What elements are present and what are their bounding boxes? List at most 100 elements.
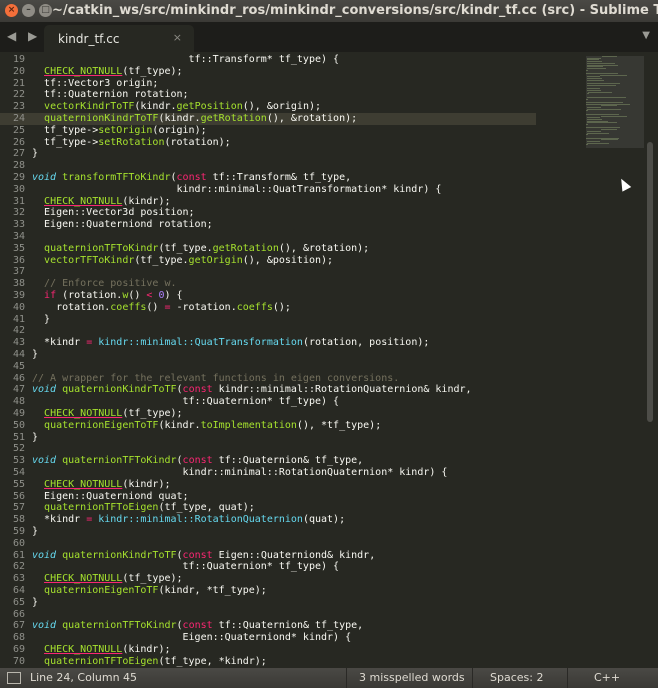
line-number[interactable]: 39 <box>0 290 25 302</box>
line-number[interactable]: 30 <box>0 184 25 196</box>
line-number[interactable]: 40 <box>0 302 25 314</box>
line-number[interactable]: 47 <box>0 384 25 396</box>
code-line[interactable]: 59} <box>0 526 536 538</box>
close-window-button[interactable]: × <box>5 4 18 17</box>
code-text[interactable]: } <box>32 526 38 538</box>
code-text[interactable]: CHECK_NOTNULL(kindr); <box>32 644 170 656</box>
code-line[interactable]: 28 <box>0 160 536 172</box>
line-number[interactable]: 37 <box>0 266 25 278</box>
code-text[interactable]: tf_type->setRotation(rotation); <box>32 137 231 149</box>
code-line[interactable]: 61 void quaternionKindrToTF(const Eigen::… <box>0 550 536 562</box>
line-number[interactable]: 44 <box>0 349 25 361</box>
maximize-window-button[interactable]: □ <box>39 4 52 17</box>
line-number[interactable]: 55 <box>0 479 25 491</box>
code-text[interactable]: tf::Quaternion rotation; <box>32 89 189 101</box>
code-line[interactable]: 43 *kindr = kindr::minimal::QuatTransfor… <box>0 337 536 349</box>
line-number[interactable]: 23 <box>0 101 25 113</box>
code-line[interactable]: 44} <box>0 349 536 361</box>
code-text[interactable]: tf::Quaternion* tf_type) { <box>32 561 340 573</box>
line-number[interactable]: 36 <box>0 255 25 267</box>
code-text[interactable]: *kindr = kindr::minimal::QuatTransformat… <box>32 337 429 349</box>
code-line[interactable]: 42 <box>0 325 536 337</box>
code-line[interactable]: 45 <box>0 361 536 373</box>
code-line[interactable]: 57 quaternionTFToEigen(tf_type, quat); <box>0 502 536 514</box>
code-text[interactable]: tf::Vector3 origin; <box>32 78 158 90</box>
code-line[interactable]: 25 tf_type->setOrigin(origin); <box>0 125 536 137</box>
code-line[interactable]: 70 quaternionTFToEigen(tf_type, *kindr); <box>0 656 536 668</box>
code-line[interactable]: 22 tf::Quaternion rotation; <box>0 89 536 101</box>
code-text[interactable]: CHECK_NOTNULL(tf_type); <box>32 408 183 420</box>
line-number[interactable]: 32 <box>0 207 25 219</box>
code-line[interactable]: 60 <box>0 538 536 550</box>
code-text[interactable]: CHECK_NOTNULL(kindr); <box>32 196 170 208</box>
indentation-setting[interactable]: Spaces: 2 <box>490 671 543 684</box>
code-line[interactable]: 41 } <box>0 314 536 326</box>
line-number[interactable]: 51 <box>0 432 25 444</box>
code-line[interactable]: 67 void quaternionTFToKindr(const tf::Qua… <box>0 620 536 632</box>
code-line[interactable]: 56 Eigen::Quaterniond quat; <box>0 491 536 503</box>
line-number[interactable]: 50 <box>0 420 25 432</box>
code-line[interactable]: 38 // Enforce positive w. <box>0 278 536 290</box>
code-line[interactable]: 35 quaternionTFToKindr(tf_type.getRotati… <box>0 243 536 255</box>
line-number[interactable]: 29 <box>0 172 25 184</box>
code-line[interactable]: 46 // A wrapper for the relevant function… <box>0 373 536 385</box>
code-text[interactable]: vectorKindrToTF(kindr.getPosition(), &or… <box>32 101 321 113</box>
code-line[interactable]: 23 vectorKindrToTF(kindr.getPosition(), … <box>0 101 536 113</box>
tab-close-icon[interactable]: × <box>173 31 182 44</box>
line-number[interactable]: 65 <box>0 597 25 609</box>
code-text[interactable]: // A wrapper for the relevant functions … <box>32 373 399 385</box>
panel-toggle-icon[interactable] <box>7 672 21 684</box>
code-text[interactable]: tf::Quaternion* tf_type) { <box>32 396 340 408</box>
code-line[interactable]: 34 <box>0 231 536 243</box>
code-line[interactable]: 26 tf_type->setRotation(rotation); <box>0 137 536 149</box>
code-line[interactable]: 40 rotation.coeffs() = -rotation.coeffs(… <box>0 302 536 314</box>
line-number[interactable]: 34 <box>0 231 25 243</box>
code-text[interactable]: kindr::minimal::QuatTransformation* kind… <box>32 184 441 196</box>
line-number[interactable]: 70 <box>0 656 25 668</box>
scrollbar-thumb[interactable] <box>647 142 653 422</box>
code-text[interactable]: quaternionTFToEigen(tf_type, *kindr); <box>32 656 267 668</box>
line-number[interactable]: 63 <box>0 573 25 585</box>
code-text[interactable]: CHECK_NOTNULL(tf_type); <box>32 66 183 78</box>
minimap[interactable] <box>586 56 644 156</box>
code-line[interactable]: 21 tf::Vector3 origin; <box>0 78 536 90</box>
code-text[interactable]: } <box>32 148 38 160</box>
code-line[interactable]: 37 <box>0 266 536 278</box>
code-line[interactable]: 68 Eigen::Quaterniond* kindr) { <box>0 632 536 644</box>
minimize-window-button[interactable]: – <box>22 4 35 17</box>
code-text[interactable]: // Enforce positive w. <box>32 278 176 290</box>
line-number[interactable]: 31 <box>0 196 25 208</box>
code-line[interactable]: 58 *kindr = kindr::minimal::RotationQuat… <box>0 514 536 526</box>
code-line[interactable]: 33 Eigen::Quaterniond rotation; <box>0 219 536 231</box>
tab-kindr-tf[interactable]: kindr_tf.cc × <box>44 25 194 52</box>
code-text[interactable]: vectorTFToKindr(tf_type.getOrigin(), &po… <box>32 255 333 267</box>
line-number[interactable]: 19 <box>0 54 25 66</box>
code-text[interactable]: } <box>32 349 38 361</box>
code-text[interactable]: quaternionTFToEigen(tf_type, quat); <box>32 502 255 514</box>
code-line[interactable]: 66 <box>0 609 536 621</box>
code-text[interactable]: quaternionKindrToTF(kindr.getRotation(),… <box>32 113 357 125</box>
line-number[interactable]: 24 <box>0 113 25 125</box>
line-number[interactable]: 52 <box>0 443 25 455</box>
code-text[interactable]: if (rotation.w() < 0) { <box>32 290 183 302</box>
syntax-selector[interactable]: C++ <box>594 671 620 684</box>
line-number[interactable]: 59 <box>0 526 25 538</box>
line-number[interactable]: 42 <box>0 325 25 337</box>
code-text[interactable]: void quaternionKindrToTF(const kindr::mi… <box>32 384 472 396</box>
line-number[interactable]: 25 <box>0 125 25 137</box>
code-line[interactable]: 49 CHECK_NOTNULL(tf_type); <box>0 408 536 420</box>
line-number[interactable]: 26 <box>0 137 25 149</box>
code-line[interactable]: 54 kindr::minimal::RotationQuaternion* k… <box>0 467 536 479</box>
code-line[interactable]: 62 tf::Quaternion* tf_type) { <box>0 561 536 573</box>
line-number[interactable]: 27 <box>0 148 25 160</box>
code-text[interactable]: quaternionEigenToTF(kindr, *tf_type); <box>32 585 267 597</box>
code-line[interactable]: 51} <box>0 432 536 444</box>
code-text[interactable]: Eigen::Vector3d position; <box>32 207 195 219</box>
line-number[interactable]: 48 <box>0 396 25 408</box>
code-text[interactable]: CHECK_NOTNULL(kindr); <box>32 479 170 491</box>
code-line[interactable]: 31 CHECK_NOTNULL(kindr); <box>0 196 536 208</box>
code-text[interactable]: tf::Transform* tf_type) { <box>32 54 340 66</box>
line-number[interactable]: 28 <box>0 160 25 172</box>
code-line[interactable]: 39 if (rotation.w() < 0) { <box>0 290 536 302</box>
code-text[interactable]: CHECK_NOTNULL(tf_type); <box>32 573 183 585</box>
